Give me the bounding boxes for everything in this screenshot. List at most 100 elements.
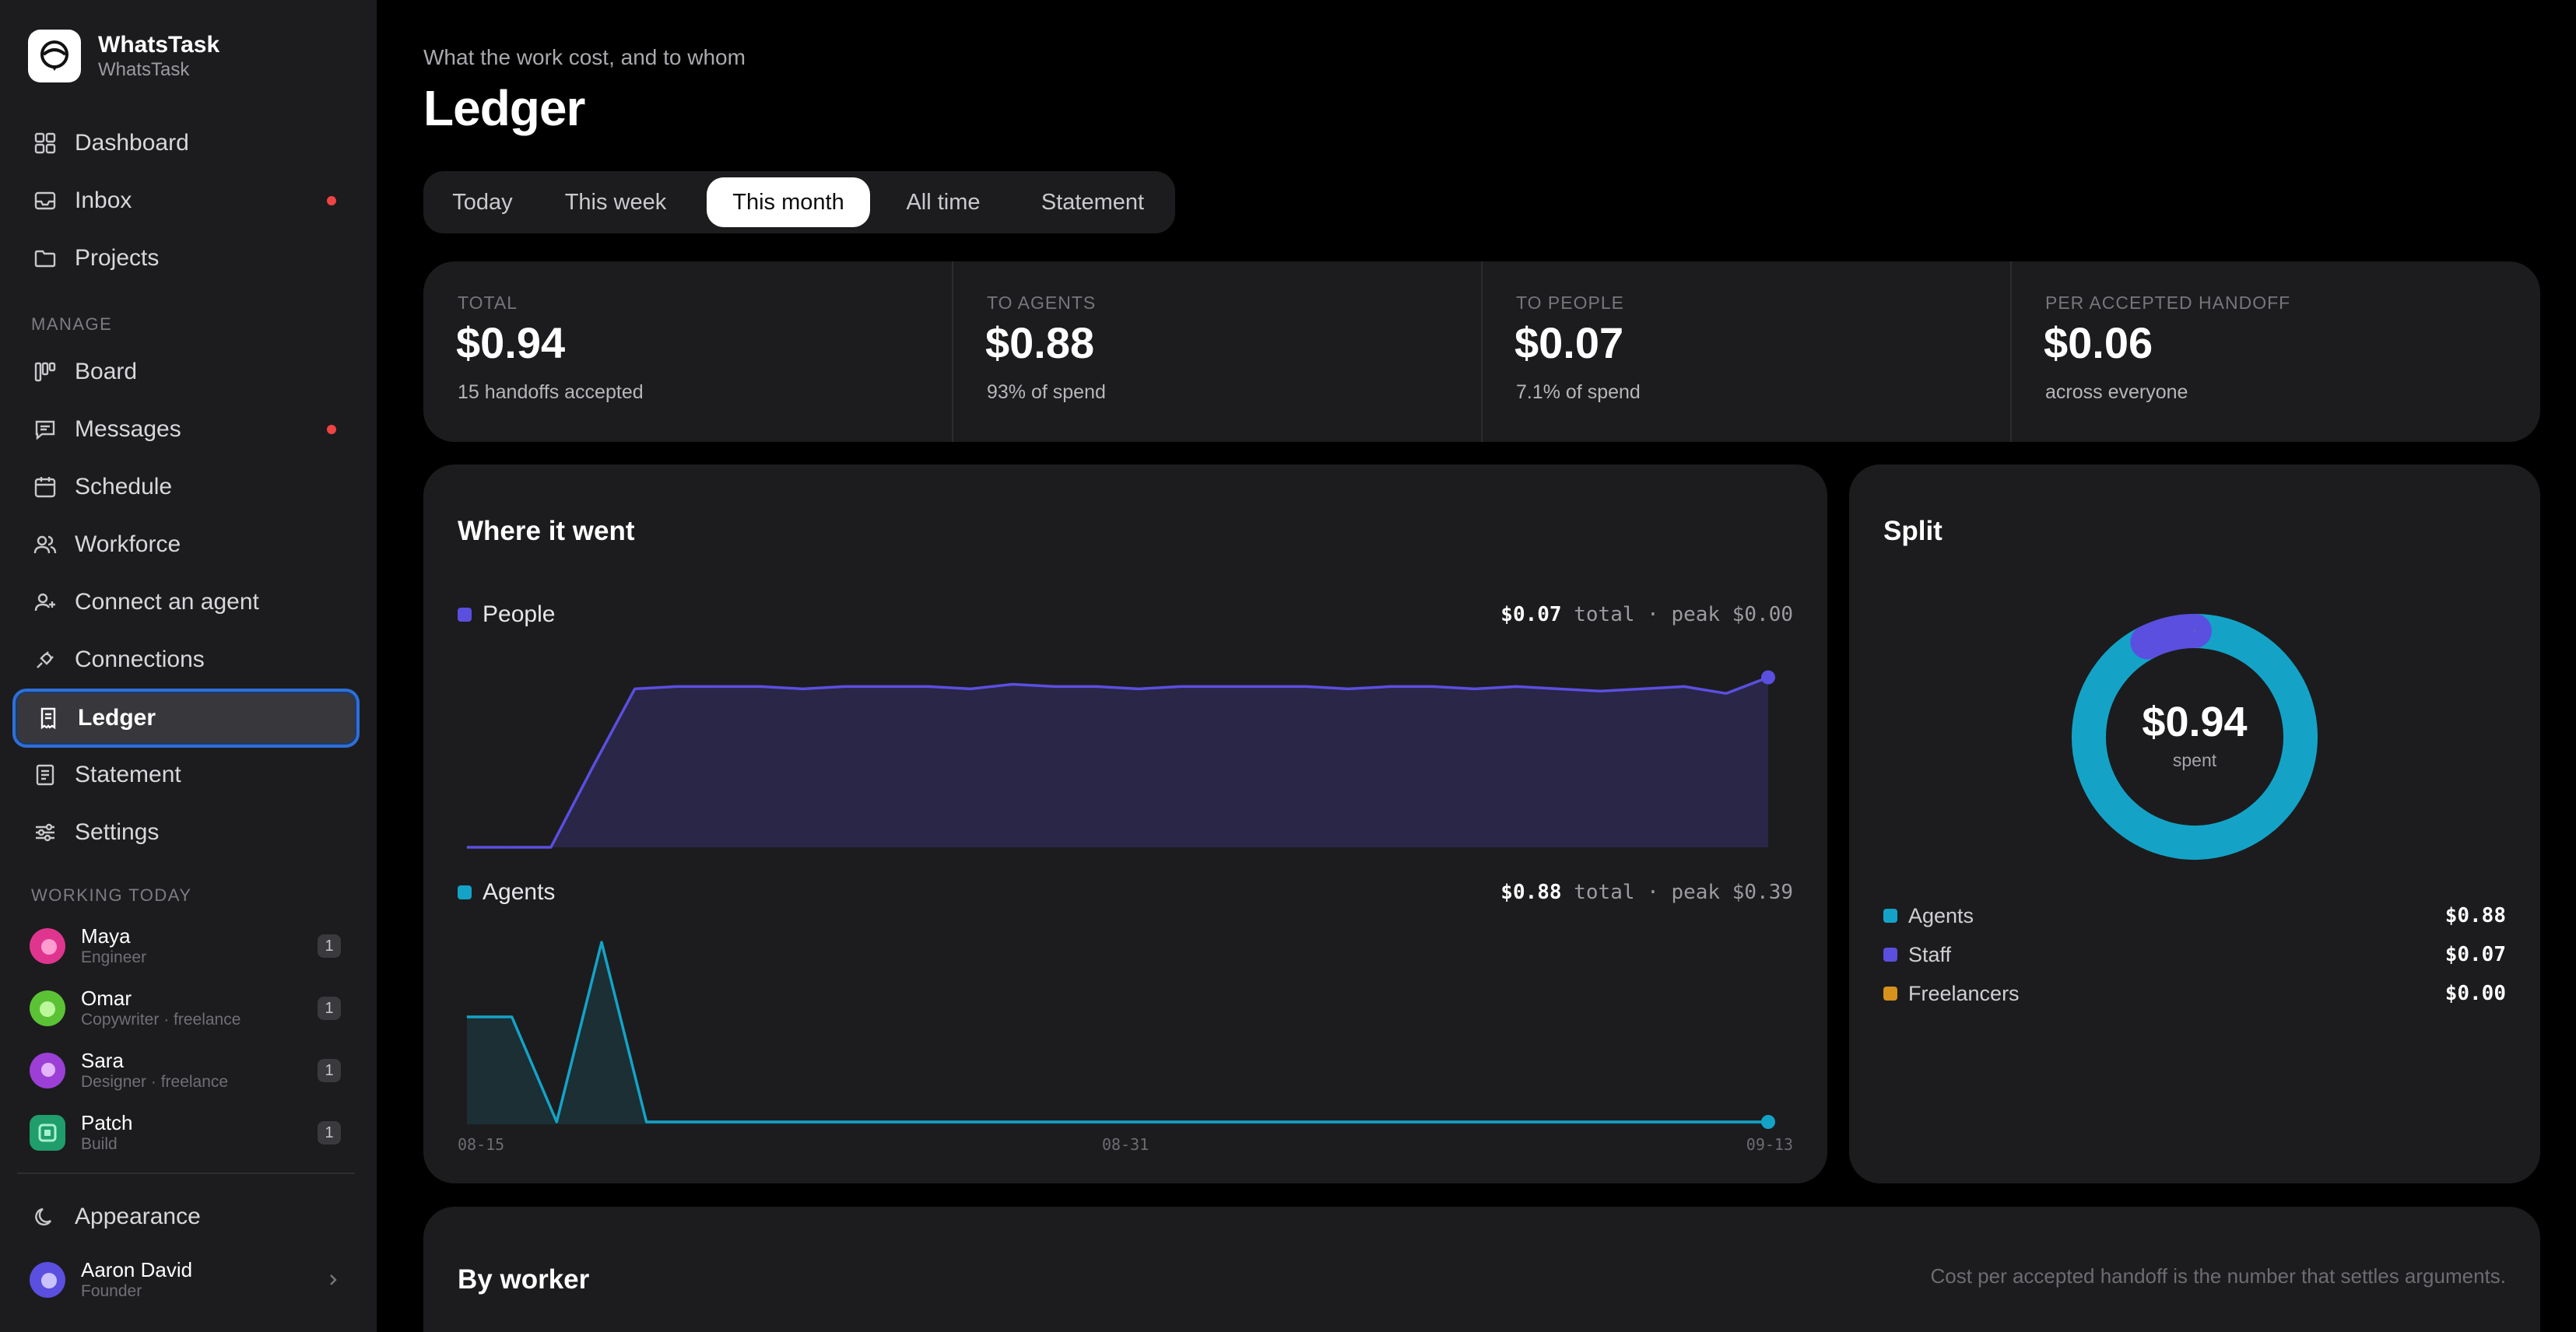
stat-sub: 15 handoffs accepted [458, 381, 644, 403]
app-logo-icon [28, 30, 81, 82]
agents-data-point [1588, 1121, 1589, 1123]
task-count-badge: 1 [318, 934, 341, 958]
appearance-toggle[interactable]: Appearance [12, 1190, 360, 1244]
by-worker-title: By worker [458, 1264, 590, 1295]
user-name: Aaron David [81, 1258, 193, 1281]
agents-area-fill [467, 942, 1768, 1124]
agents-data-point [1139, 1121, 1141, 1123]
stat-to-agents: TO AGENTS $0.88 93% of spend [953, 261, 1482, 442]
nav-workforce[interactable]: Workforce [12, 517, 360, 572]
stat-label: TOTAL [458, 293, 518, 313]
worker-role: Designer · freelance [81, 1073, 229, 1091]
users-icon [31, 531, 59, 559]
app-name: WhatsTask [98, 32, 220, 58]
agents-series-line [467, 941, 1768, 1123]
x-tick: 08-31 [1102, 1135, 1149, 1154]
message-icon [31, 415, 59, 443]
nav-ledger[interactable]: Ledger [12, 689, 360, 748]
worker-name: Maya [81, 924, 131, 948]
worker-omar[interactable]: Omar Copywriter · freelance 1 [30, 983, 341, 1034]
unread-dot [327, 196, 336, 205]
worker-name: Omar [81, 987, 132, 1010]
folder-icon [31, 244, 59, 272]
plug-icon [31, 646, 59, 674]
stat-to-people: TO PEOPLE $0.07 7.1% of spend [1482, 261, 2011, 442]
agents-data-point [1274, 1121, 1276, 1123]
worker-sara[interactable]: Sara Designer · freelance 1 [30, 1045, 341, 1096]
agents-data-point [735, 1121, 737, 1123]
working-today-label: WORKING TODAY [31, 885, 192, 905]
calendar-icon [31, 473, 59, 501]
grid-icon [31, 129, 59, 157]
stat-sub: 7.1% of spend [1516, 381, 1641, 403]
nav-statement[interactable]: Statement [12, 748, 360, 802]
unread-dot [327, 425, 336, 434]
tab-this-week[interactable]: This week [542, 177, 690, 227]
nav-connections[interactable]: Connections [12, 633, 360, 687]
board-icon [31, 358, 59, 386]
user-plus-icon [31, 588, 59, 616]
avatar [30, 990, 65, 1026]
agents-data-point [1678, 1121, 1679, 1123]
stat-label: TO PEOPLE [1516, 293, 1624, 313]
split-row-freelancers: Freelancers $0.00 [1883, 980, 2506, 1008]
page-title: Ledger [423, 80, 585, 136]
freelancers-swatch [1883, 987, 1897, 1001]
agents-data-point [646, 1121, 648, 1123]
user-menu[interactable]: Aaron David Founder [30, 1254, 341, 1306]
stat-value: $0.88 [985, 318, 1095, 367]
worker-maya[interactable]: Maya Engineer 1 [30, 920, 341, 972]
tab-today[interactable]: Today [430, 177, 535, 227]
split-name: Freelancers [1908, 981, 2020, 1005]
page-eyebrow: What the work cost, and to whom [423, 45, 746, 69]
worker-role: Copywriter · freelance [81, 1011, 241, 1029]
user-role: Founder [81, 1282, 142, 1300]
nav-messages[interactable]: Messages [12, 402, 360, 457]
nav-settings[interactable]: Settings [12, 805, 360, 860]
where-it-went-card: Where it went People $0.07 total · peak … [423, 464, 1827, 1183]
worker-role: Engineer [81, 948, 147, 966]
by-worker-card: By worker Cost per accepted handoff is t… [423, 1207, 2540, 1332]
x-tick: 08-15 [458, 1135, 505, 1154]
nav-inbox[interactable]: Inbox [12, 174, 360, 228]
brand[interactable]: WhatsTask WhatsTask [28, 30, 219, 82]
nav-dashboard[interactable]: Dashboard [12, 116, 360, 170]
nav-label: Ledger [78, 705, 156, 731]
nav-board[interactable]: Board [12, 345, 360, 399]
agents-data-point [690, 1121, 692, 1123]
donut-slice [2130, 614, 2212, 660]
stat-sub: 93% of spend [987, 381, 1106, 403]
nav-label: Connect an agent [75, 589, 259, 615]
nav-label: Projects [75, 245, 160, 271]
nav-projects[interactable]: Projects [12, 231, 360, 286]
stat-total: TOTAL $0.94 15 handoffs accepted [423, 261, 953, 442]
main-content: What the work cost, and to whom Ledger T… [377, 0, 2576, 1332]
split-value: $0.00 [2444, 982, 2506, 1005]
agents-area-chart [466, 941, 1775, 1129]
workspace-name: WhatsTask [98, 59, 190, 80]
split-value: $0.07 [2444, 943, 2506, 966]
bot-avatar-icon [30, 1115, 65, 1151]
agents-data-point [960, 1121, 961, 1123]
agents-data-point [466, 1016, 468, 1018]
nav-schedule[interactable]: Schedule [12, 460, 360, 514]
agents-data-point [511, 1016, 513, 1018]
nav-label: Schedule [75, 474, 173, 500]
nav-label: Inbox [75, 188, 132, 213]
stat-value: $0.07 [1514, 318, 1624, 367]
split-value: $0.88 [2444, 904, 2506, 927]
stat-per-handoff: PER ACCEPTED HANDOFF $0.06 across everyo… [2011, 261, 2540, 442]
agents-data-point [915, 1121, 917, 1123]
tab-this-month[interactable]: This month [707, 177, 870, 227]
inbox-icon [31, 187, 59, 215]
tab-statement[interactable]: Statement [1016, 177, 1169, 227]
sliders-icon [31, 818, 59, 847]
task-count-badge: 1 [318, 997, 341, 1020]
worker-patch[interactable]: Patch Build 1 [30, 1107, 341, 1158]
tab-all-time[interactable]: All time [876, 177, 1010, 227]
task-count-badge: 1 [318, 1121, 341, 1144]
manage-section-label: MANAGE [31, 314, 113, 334]
sidebar-divider [17, 1173, 355, 1174]
avatar [30, 1262, 65, 1298]
nav-connect-agent[interactable]: Connect an agent [12, 575, 360, 629]
